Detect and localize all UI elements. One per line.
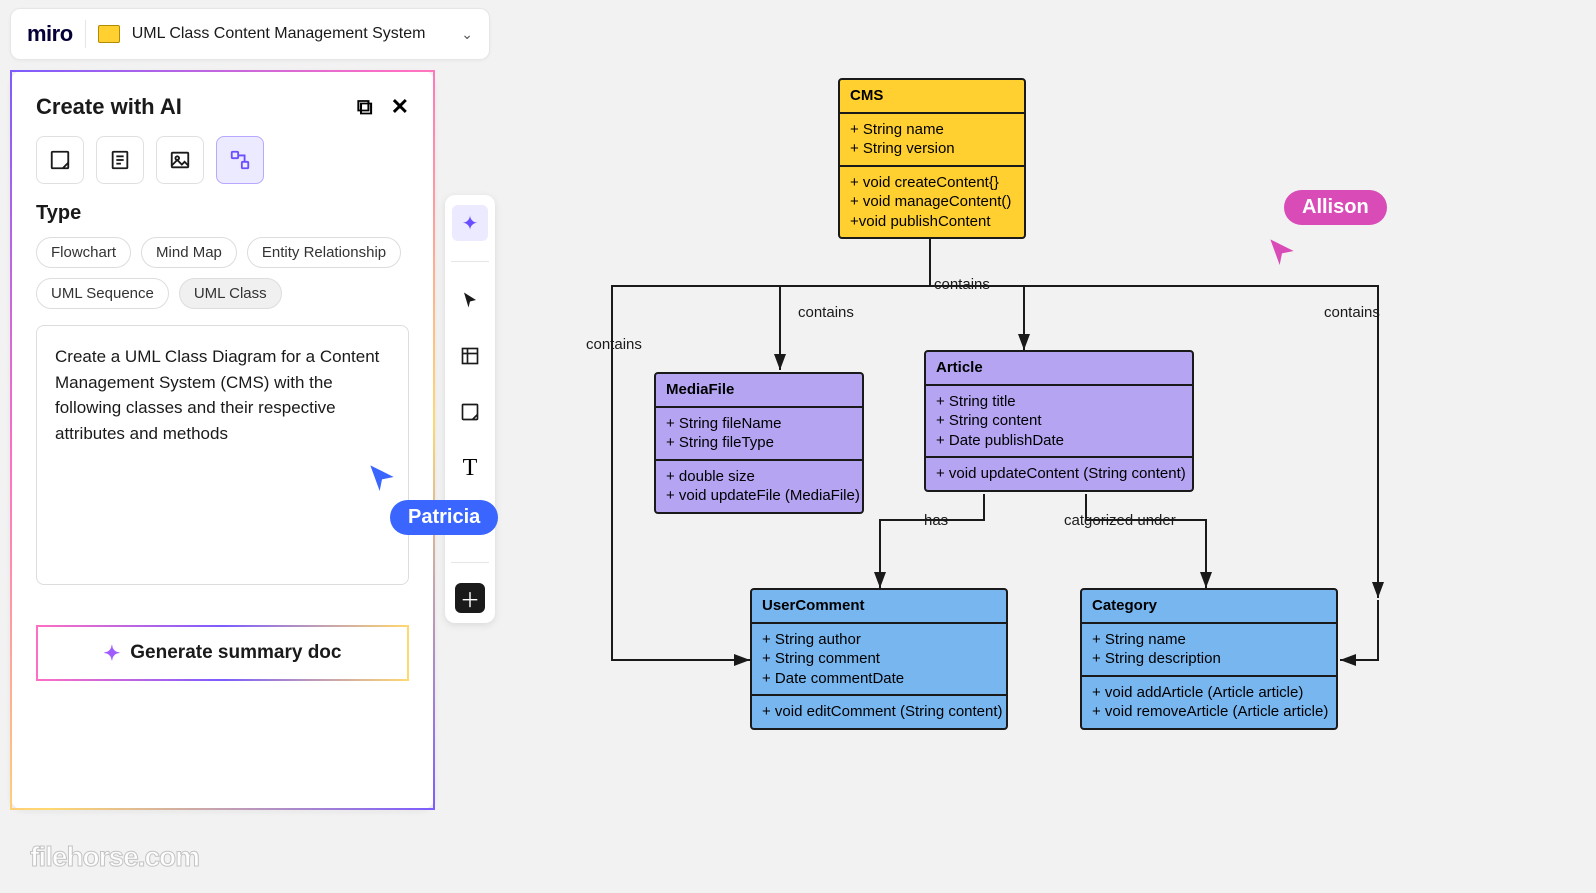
tool-add[interactable]: ＋ bbox=[455, 583, 485, 613]
edge-label-contains: contains bbox=[1320, 304, 1384, 321]
uml-attributes: + String title + String content + Date p… bbox=[926, 384, 1192, 457]
mode-tile-image[interactable] bbox=[156, 136, 204, 184]
divider bbox=[85, 20, 86, 48]
uml-attributes: + String name + String version bbox=[840, 112, 1024, 165]
uml-methods: + void editComment (String content) bbox=[752, 694, 1006, 728]
uml-class-cms[interactable]: CMS + String name + String version + voi… bbox=[838, 78, 1026, 239]
board-header: miro UML Class Content Management System… bbox=[10, 8, 490, 60]
edge-label-contains: contains bbox=[930, 276, 994, 293]
type-label: Type bbox=[36, 202, 409, 225]
uml-attributes: + String author + String comment + Date … bbox=[752, 622, 1006, 695]
uml-methods: + double size + void updateFile (MediaFi… bbox=[656, 459, 862, 512]
sparkle-icon: ✦ bbox=[104, 641, 121, 666]
tool-text[interactable]: T bbox=[452, 450, 488, 486]
uml-class-usercomment[interactable]: UserComment + String author + String com… bbox=[750, 588, 1008, 730]
mode-tile-document[interactable] bbox=[96, 136, 144, 184]
ai-mode-tiles bbox=[36, 136, 409, 184]
presence-cursor-patricia: Patricia bbox=[390, 500, 498, 535]
uml-class-mediafile[interactable]: MediaFile + String fileName + String fil… bbox=[654, 372, 864, 514]
uml-attributes: + String fileName + String fileType bbox=[656, 406, 862, 459]
uml-attributes: + String name + String description bbox=[1082, 622, 1336, 675]
toolbar-separator bbox=[451, 562, 489, 563]
miro-logo: miro bbox=[27, 21, 73, 47]
mode-tile-sticky[interactable] bbox=[36, 136, 84, 184]
watermark: filehorse.com bbox=[30, 841, 199, 873]
uml-methods: + void addArticle (Article article) + vo… bbox=[1082, 675, 1336, 728]
uml-class-name: CMS bbox=[840, 80, 1024, 112]
uml-class-name: Category bbox=[1082, 590, 1336, 622]
folder-icon bbox=[98, 25, 120, 43]
edge-label-has: has bbox=[920, 512, 952, 529]
tool-cursor[interactable] bbox=[452, 282, 488, 318]
board-name[interactable]: UML Class Content Management System bbox=[132, 25, 450, 43]
uml-class-category[interactable]: Category + String name + String descript… bbox=[1080, 588, 1338, 730]
type-chips: Flowchart Mind Map Entity Relationship U… bbox=[36, 237, 409, 309]
uml-class-name: Article bbox=[926, 352, 1192, 384]
uml-class-name: UserComment bbox=[752, 590, 1006, 622]
tool-sticky[interactable] bbox=[452, 394, 488, 430]
close-icon[interactable]: ✕ bbox=[391, 94, 409, 120]
chip-entity-relationship[interactable]: Entity Relationship bbox=[247, 237, 401, 268]
chip-flowchart[interactable]: Flowchart bbox=[36, 237, 131, 268]
mode-tile-diagram[interactable] bbox=[216, 136, 264, 184]
vertical-toolbar: ✦ T ＋ bbox=[445, 195, 495, 623]
chip-mindmap[interactable]: Mind Map bbox=[141, 237, 237, 268]
edge-label-contains: contains bbox=[582, 336, 646, 353]
toolbar-separator bbox=[451, 261, 489, 262]
edge-label-categorized-under: catgorized under bbox=[1060, 512, 1180, 529]
ai-panel-title: Create with AI bbox=[36, 94, 182, 120]
generate-summary-doc-button[interactable]: ✦ Generate summary doc bbox=[36, 625, 409, 681]
edge-label-contains: contains bbox=[794, 304, 858, 321]
chip-uml-sequence[interactable]: UML Sequence bbox=[36, 278, 169, 309]
tool-frame[interactable] bbox=[452, 338, 488, 374]
tool-ai[interactable]: ✦ bbox=[452, 205, 488, 241]
presence-cursor-allison: Allison bbox=[1284, 190, 1387, 225]
uml-class-name: MediaFile bbox=[656, 374, 862, 406]
uml-methods: + void updateContent (String content) bbox=[926, 456, 1192, 490]
popout-icon[interactable]: ⧉ bbox=[357, 94, 373, 120]
uml-class-article[interactable]: Article + String title + String content … bbox=[924, 350, 1194, 492]
chip-uml-class[interactable]: UML Class bbox=[179, 278, 282, 309]
uml-methods: + void createContent{} + void manageCont… bbox=[840, 165, 1024, 238]
ai-prompt-input[interactable]: Create a UML Class Diagram for a Content… bbox=[36, 325, 409, 585]
chevron-down-icon[interactable]: ⌄ bbox=[461, 26, 473, 43]
generate-button-label: Generate summary doc bbox=[130, 642, 341, 664]
create-with-ai-panel: Create with AI ⧉ ✕ Type Flowchart Mind M… bbox=[10, 70, 435, 810]
